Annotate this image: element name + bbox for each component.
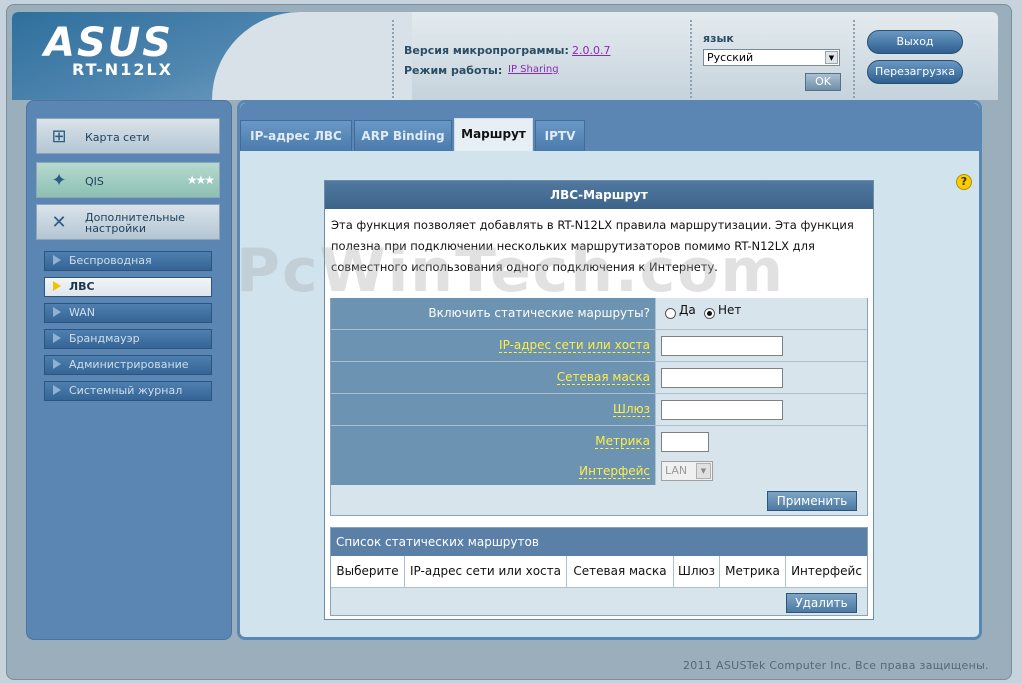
sidebar-item-wireless[interactable]: Беспроводная (44, 251, 212, 271)
sidebar-item-lan[interactable]: ЛВС (44, 277, 212, 297)
chevron-down-icon: ▼ (825, 51, 838, 64)
gateway-input[interactable] (661, 400, 783, 420)
tab-route[interactable]: Маршрут (454, 118, 533, 151)
column-header-gateway: Шлюз (674, 556, 720, 588)
wand-icon: ✦ (51, 170, 67, 191)
tab-lan-ip[interactable]: IP-адрес ЛВС (240, 120, 352, 151)
header-divider (392, 20, 394, 98)
sidebar-item-advanced[interactable]: ✕ Дополнительные настройки (36, 204, 220, 240)
logout-button[interactable]: Выход (867, 30, 963, 54)
panel-title: ЛВС-Маршрут (325, 181, 873, 209)
sidebar-item-label: WAN (69, 306, 96, 319)
sidebar-item-label: ЛВС (69, 280, 95, 293)
interface-select[interactable]: LAN ▼ (661, 461, 713, 481)
static-routes-no-radio[interactable] (704, 308, 715, 319)
interface-value: LAN (665, 464, 688, 477)
sidebar-item-administration[interactable]: Администрирование (44, 355, 212, 375)
triangle-icon (53, 359, 61, 369)
sidebar-item-label: Беспроводная (69, 254, 152, 267)
reboot-button[interactable]: Перезагрузка (867, 60, 963, 84)
language-value: Русский (707, 51, 754, 64)
radio-no-label: Нет (718, 303, 742, 317)
gateway-row: Шлюз (331, 394, 867, 426)
column-header-mask: Сетевая маска (567, 556, 674, 588)
sidebar-item-label: Системный журнал (69, 384, 183, 397)
mode-link[interactable]: IP Sharing (508, 64, 559, 75)
static-routes-label: Включить статические маршруты? (428, 306, 650, 320)
firmware-version-link[interactable]: 2.0.0.7 (572, 44, 610, 57)
mask-label: Сетевая маска (556, 370, 650, 385)
help-icon[interactable]: ? (956, 174, 972, 190)
triangle-icon (53, 281, 61, 291)
model-name: RT-N12LX (72, 60, 173, 79)
column-header-select: Выберите (331, 556, 405, 588)
column-header-interface: Интерфейс (786, 556, 867, 588)
radio-yes-label: Да (679, 303, 696, 317)
header-divider (853, 20, 855, 98)
delete-button[interactable]: Удалить (786, 593, 857, 613)
tab-iptv[interactable]: IPTV (535, 120, 585, 151)
sidebar-item-wan[interactable]: WAN (44, 303, 212, 323)
column-header-metric: Метрика (720, 556, 786, 588)
header-divider (690, 20, 692, 98)
triangle-icon (53, 255, 61, 265)
ip-row: IP-адрес сети или хоста (331, 330, 867, 362)
metric-row: Метрика (331, 426, 867, 458)
mask-row: Сетевая маска (331, 362, 867, 394)
network-map-icon: ⊞ (51, 126, 67, 147)
metric-input[interactable] (661, 432, 709, 452)
ok-button[interactable]: OK (805, 73, 841, 91)
sidebar-item-label: Брандмауэр (69, 332, 140, 345)
sidebar-item-label: Карта сети (85, 130, 150, 144)
sidebar-item-system-log[interactable]: Системный журнал (44, 381, 212, 401)
chevron-down-icon: ▼ (696, 463, 711, 479)
wrench-icon: ✕ (51, 212, 67, 233)
column-header-ip: IP-адрес сети или хоста (405, 556, 567, 588)
static-routes-yes-radio[interactable] (665, 308, 676, 319)
gateway-label: Шлюз (613, 402, 650, 417)
firmware-label: Версия микропрограммы: (404, 44, 569, 57)
ip-label: IP-адрес сети или хоста (499, 338, 650, 353)
ip-input[interactable] (661, 336, 783, 356)
mask-input[interactable] (661, 368, 783, 388)
sidebar-item-network-map[interactable]: ⊞ Карта сети (36, 118, 220, 154)
language-label: язык (703, 32, 734, 45)
tab-arp-binding[interactable]: ARP Binding (354, 120, 452, 151)
triangle-icon (53, 333, 61, 343)
static-routes-row: Включить статические маршруты? Да Нет (331, 298, 867, 330)
sidebar-item-firewall[interactable]: Брандмауэр (44, 329, 212, 349)
stars-icon: ★★★ (186, 173, 215, 187)
sidebar-item-qis[interactable]: ✦ QIS ★★★ (36, 162, 220, 198)
watermark: PcWinTech.com (236, 236, 786, 306)
list-title: Список статических маршрутов (331, 528, 867, 556)
interface-row: Интерфейс LAN ▼ (331, 456, 867, 488)
sidebar-item-label: QIS (85, 174, 104, 188)
language-select[interactable]: Русский ▼ (703, 49, 840, 66)
triangle-icon (53, 385, 61, 395)
mode-label: Режим работы: (404, 64, 503, 77)
apply-button[interactable]: Применить (767, 491, 857, 511)
footer-copyright: 2011 ASUSTek Computer Inc. Все права защ… (683, 659, 989, 672)
sidebar-item-label: Администрирование (69, 358, 189, 371)
metric-label: Метрика (595, 434, 650, 449)
interface-label: Интерфейс (579, 464, 650, 479)
triangle-icon (53, 307, 61, 317)
sidebar-item-label: Дополнительные настройки (85, 211, 185, 235)
